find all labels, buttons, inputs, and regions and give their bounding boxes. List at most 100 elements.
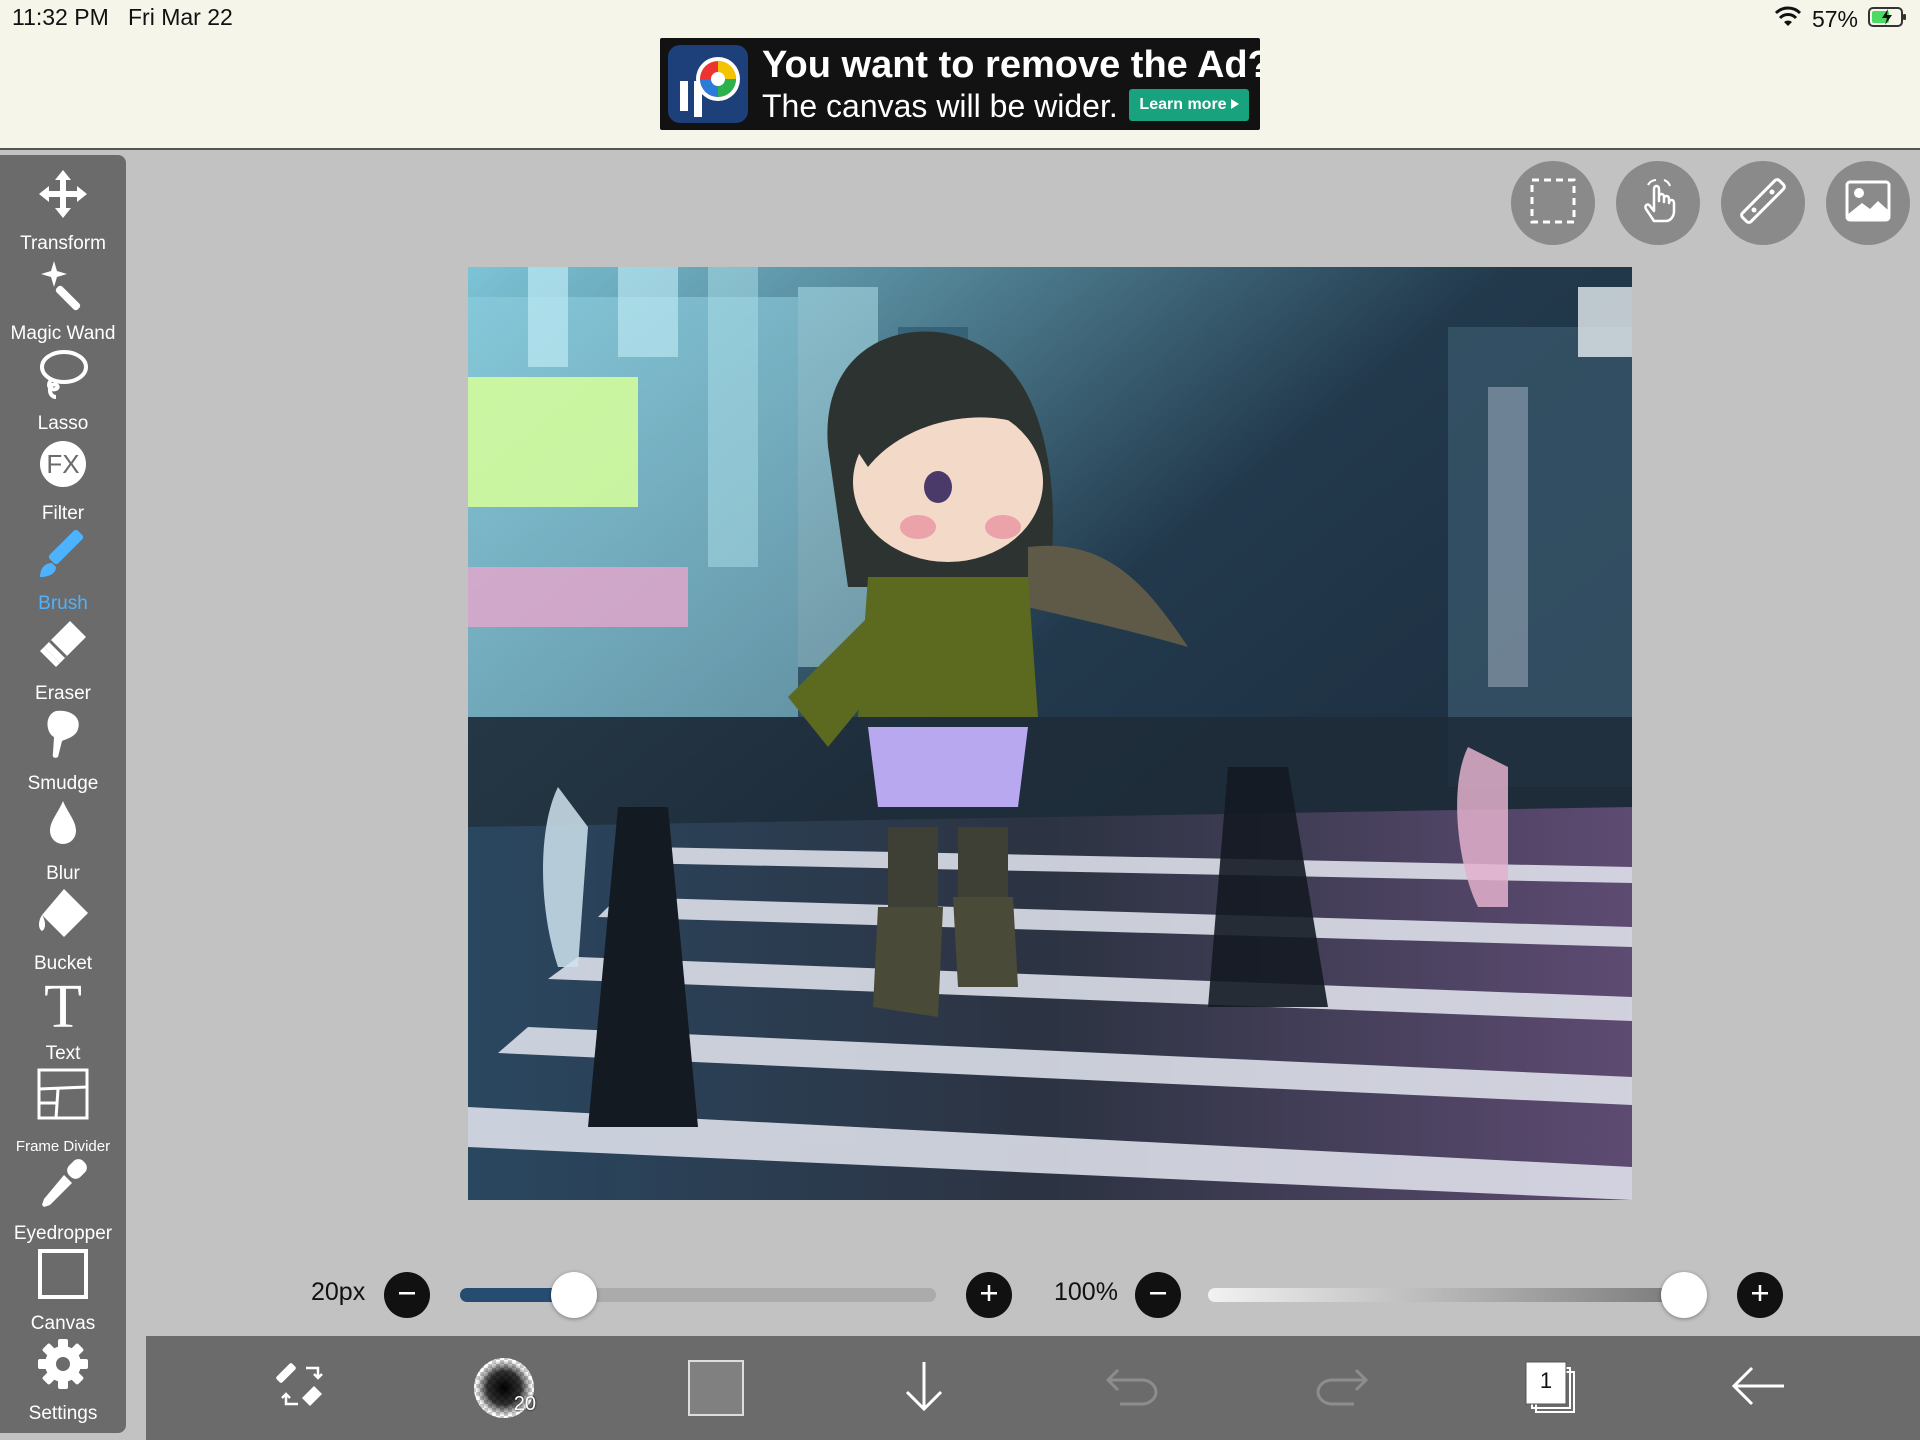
selection-icon [1529, 177, 1577, 230]
tool-brush[interactable]: Brush [0, 527, 126, 617]
tool-eraser[interactable]: Eraser [0, 617, 126, 707]
color-button[interactable] [684, 1356, 748, 1420]
image-icon [1844, 177, 1892, 230]
fx-icon: FX [0, 437, 126, 491]
opacity-increase-button[interactable] [1737, 1272, 1783, 1318]
text-icon: T [0, 977, 126, 1033]
layer-count: 1 [1539, 1368, 1553, 1393]
lasso-icon [0, 347, 126, 401]
tool-transform[interactable]: Transform [0, 167, 126, 257]
ibispaint-logo [668, 45, 748, 123]
tool-eyedropper[interactable]: Eyedropper [0, 1157, 126, 1247]
back-arrow-icon [1730, 1364, 1786, 1413]
move-arrows-icon [0, 167, 126, 221]
ad-subtitle: The canvas will be wider. [762, 88, 1118, 124]
brush-size-badge: 20 [513, 1393, 536, 1415]
tool-bucket[interactable]: Bucket [0, 887, 126, 977]
plus-icon [1749, 1282, 1771, 1309]
tool-label: Text [45, 1043, 81, 1064]
artwork [468, 267, 1632, 1200]
wifi-icon [1774, 6, 1802, 33]
tool-settings[interactable]: Settings [0, 1337, 126, 1427]
status-indicators: 57% [1774, 6, 1908, 33]
brush-size-label: 20px [311, 1278, 366, 1306]
tool-label: Frame Divider [15, 1138, 111, 1155]
brush-size-slider[interactable] [460, 1288, 936, 1302]
opacity-slider[interactable] [1208, 1288, 1684, 1302]
tool-label: Bucket [33, 953, 93, 974]
tool-label: Lasso [37, 413, 89, 434]
play-arrow-icon [1230, 96, 1239, 114]
ad-title: You want to remove the Ad? [762, 44, 1260, 86]
tool-label: Canvas [30, 1313, 96, 1334]
top-bar: 11:32 PM Fri Mar 22 57% You want to remo… [0, 0, 1920, 150]
learn-more-label: Learn more [1139, 96, 1227, 113]
frame-divider-icon [0, 1067, 126, 1121]
undo-icon [1104, 1364, 1160, 1413]
status-time: 11:32 PM [12, 4, 109, 30]
hand-gesture-icon [1634, 177, 1682, 230]
brush-icon [0, 527, 126, 581]
back-button[interactable] [1726, 1356, 1790, 1420]
drawing-canvas[interactable] [468, 267, 1632, 1200]
minus-icon [396, 1282, 418, 1309]
selection-button[interactable] [1511, 161, 1595, 245]
ruler-icon [1739, 177, 1787, 230]
layers-icon: 1 [1522, 1360, 1578, 1416]
tool-label: Magic Wand [10, 323, 116, 344]
droplet-icon [0, 797, 126, 851]
tool-label: Eyedropper [13, 1223, 113, 1244]
tool-canvas[interactable]: Canvas [0, 1247, 126, 1337]
fx-glyph: FX [46, 449, 79, 479]
canvas-icon [0, 1247, 126, 1301]
bucket-icon [0, 887, 126, 941]
bottom-toolbar: 20 1 [146, 1336, 1920, 1440]
tool-lasso[interactable]: Lasso [0, 347, 126, 437]
opacity-knob[interactable] [1661, 1272, 1707, 1318]
ad-banner[interactable]: You want to remove the Ad? The canvas wi… [660, 38, 1260, 130]
battery-percent: 57% [1811, 6, 1858, 32]
learn-more-button[interactable]: Learn more [1129, 89, 1249, 121]
opacity-label: 100% [1054, 1278, 1118, 1306]
brush-preview: 20 [472, 1356, 536, 1420]
eraser-icon [0, 617, 126, 671]
tool-label: Settings [28, 1403, 98, 1424]
tool-filter[interactable]: FX Filter [0, 437, 126, 527]
brush-size-knob[interactable] [551, 1272, 598, 1318]
tool-label: Brush [38, 593, 88, 614]
tool-label: Smudge [27, 773, 99, 794]
swap-tool-button[interactable] [270, 1356, 334, 1420]
layers-button[interactable]: 1 [1518, 1356, 1582, 1420]
undo-button[interactable] [1100, 1356, 1164, 1420]
tool-text[interactable]: T Text [0, 977, 126, 1067]
battery-icon [1868, 6, 1908, 33]
color-swatch [688, 1360, 744, 1416]
tool-sidebar: Transform Magic Wand Lasso FX Filter Bru… [0, 155, 126, 1433]
tool-label: Eraser [35, 683, 91, 704]
tool-magic-wand[interactable]: Magic Wand [0, 257, 126, 347]
brush-size-decrease-button[interactable] [384, 1272, 430, 1318]
ruler-button[interactable] [1721, 161, 1805, 245]
gear-icon [0, 1337, 126, 1391]
smudge-icon [0, 707, 126, 761]
redo-button[interactable] [1310, 1356, 1374, 1420]
redo-icon [1314, 1364, 1370, 1413]
tool-label: Blur [46, 863, 80, 884]
download-button[interactable] [892, 1356, 956, 1420]
tool-blur[interactable]: Blur [0, 797, 126, 887]
brush-preview-button[interactable]: 20 [472, 1356, 536, 1420]
plus-icon [978, 1282, 1000, 1309]
eyedropper-icon [0, 1157, 126, 1211]
status-date: Fri Mar 22 [128, 4, 233, 30]
tool-smudge[interactable]: Smudge [0, 707, 126, 797]
tool-label: Transform [20, 233, 106, 254]
tool-frame-divider[interactable]: Frame Divider [0, 1067, 126, 1157]
download-arrow-icon [899, 1358, 949, 1419]
reference-image-button[interactable] [1826, 161, 1910, 245]
opacity-decrease-button[interactable] [1135, 1272, 1181, 1318]
gesture-button[interactable] [1616, 161, 1700, 245]
brush-size-increase-button[interactable] [966, 1272, 1012, 1318]
magic-wand-icon [0, 257, 126, 311]
tool-label: Filter [41, 503, 85, 524]
text-glyph: T [44, 977, 82, 1033]
